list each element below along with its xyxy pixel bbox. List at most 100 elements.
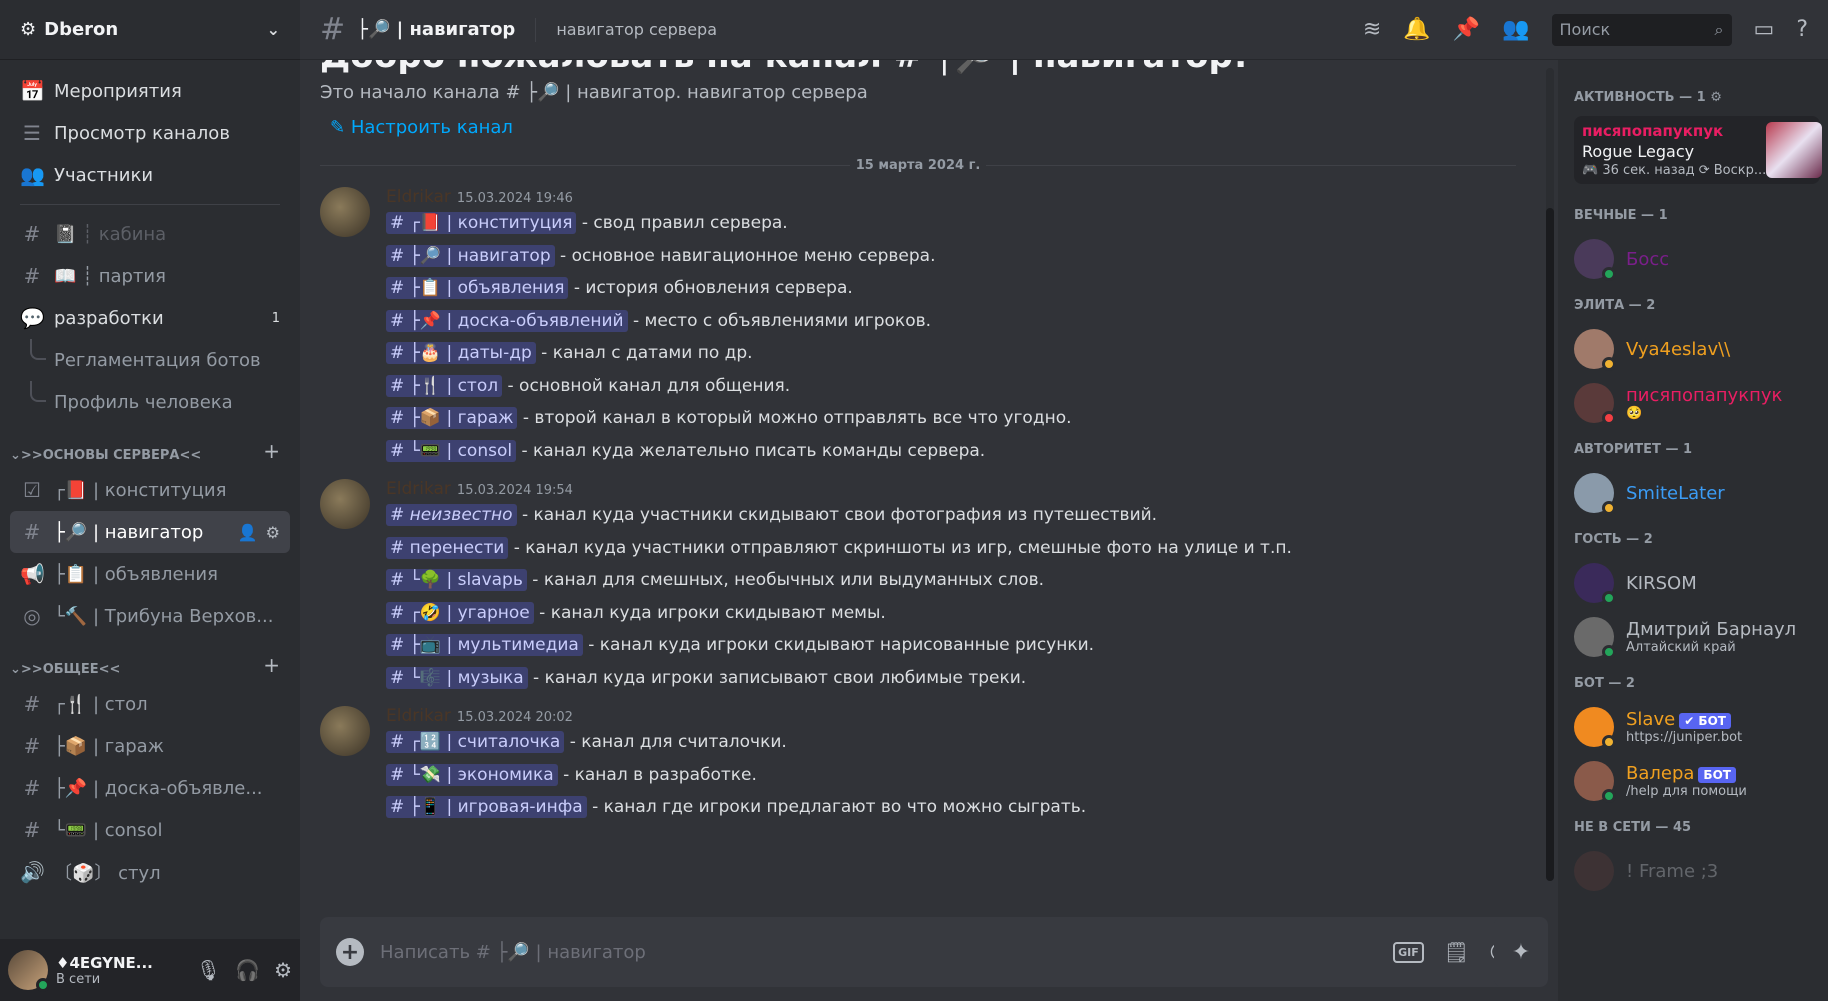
avatar[interactable]: [320, 479, 370, 529]
add-channel-icon[interactable]: +: [263, 439, 280, 463]
channel-item[interactable]: 💬 разработки 1: [10, 297, 290, 339]
member-item[interactable]: писяпопапукпук 🥺: [1574, 378, 1820, 428]
channel-mention[interactable]: # └💸 | экономика: [386, 763, 558, 786]
message-text: - канал куда игроки записывают свои люби…: [527, 667, 1027, 688]
channel-item[interactable]: # ┌🍴 | стол: [10, 683, 290, 725]
server-header[interactable]: ⚙ Dberon ⌄: [0, 0, 300, 60]
member-item[interactable]: SmiteLater: [1574, 468, 1820, 518]
channel-mention[interactable]: # ┌🔢 | считалочка: [386, 731, 565, 753]
gear-icon[interactable]: ⚙: [266, 523, 280, 542]
message-text: - канал для смешных, необычных или выдум…: [526, 570, 1045, 590]
message-line: # ├📺 | мультимедиа - канал куда игроки с…: [386, 629, 1292, 662]
avatar[interactable]: [320, 187, 370, 237]
message-text: - канал куда участники скидывают свои фо…: [516, 505, 1158, 525]
member-name-row: Slave ✔ БОТ: [1626, 709, 1742, 730]
app-launcher-icon[interactable]: ✦: [1494, 917, 1548, 987]
member-name-row: Валера БОТ: [1626, 763, 1747, 784]
channel-item[interactable]: # └📟 | consol: [10, 809, 290, 851]
channel-mention[interactable]: # перенести: [386, 536, 509, 559]
member-subtext: Алтайский край: [1626, 640, 1736, 655]
channel-mention[interactable]: # ├📌 | доска-объявлений: [386, 309, 628, 332]
channel-mention[interactable]: # ├📋 | объявления: [386, 277, 569, 299]
sidebar-item-1[interactable]: ☰ Просмотр каналов: [10, 112, 290, 154]
channel-mention[interactable]: # ├🔎 | навигатор: [386, 244, 555, 267]
channel-mention[interactable]: # └📟 | consol: [386, 439, 517, 462]
channel-item[interactable]: # ├📦 | гараж: [10, 725, 290, 767]
pin-icon[interactable]: 📌: [1453, 17, 1480, 42]
member-item[interactable]: Дмитрий Барнаул Алтайский край: [1574, 612, 1820, 662]
sidebar-item-2[interactable]: 👥 Участники: [10, 154, 290, 196]
sidebar-item-0[interactable]: 📅 Мероприятия: [10, 70, 290, 112]
channel-mention[interactable]: # └🌳 | slavapь: [386, 569, 527, 591]
sidebar-item-label: Просмотр каналов: [54, 122, 230, 144]
avatar[interactable]: [8, 950, 50, 992]
channel-mention[interactable]: # └🎼 | музыка: [386, 666, 528, 689]
gif-icon[interactable]: GIF: [1393, 941, 1424, 963]
sticker-icon[interactable]: 🗒: [1444, 940, 1469, 964]
search-icon: ⌕: [1714, 19, 1724, 39]
channel-mention[interactable]: # ├📦 | гараж: [386, 407, 518, 429]
category-header[interactable]: ⌄ >>ОСНОВЫ СЕРВЕРА<< +: [10, 429, 290, 469]
channel-item[interactable]: ☑ ┌📕 | конституция: [10, 469, 290, 511]
browse-channels-icon: ☰: [23, 121, 41, 145]
channel-icon: #: [23, 776, 41, 800]
help-icon[interactable]: ?: [1796, 17, 1808, 42]
message-body: Eldrikar 15.03.2024 19:54 # неизвестно - к…: [386, 479, 1292, 694]
author-name[interactable]: Eldrikar: [386, 706, 451, 726]
channel-item[interactable]: 📢 ├📋 | объявления: [10, 553, 290, 595]
category-header[interactable]: ⌄ >>ОБЩЕЕ<< +: [10, 643, 290, 683]
microphone-icon[interactable]: 🎙: [196, 958, 221, 982]
member-item[interactable]: Валера БОТ/help для помощи: [1574, 756, 1820, 806]
avatar: [1574, 239, 1616, 281]
channel-icon: #: [23, 222, 41, 246]
channel-icon: #: [23, 520, 41, 544]
member-item[interactable]: ! Frame ;3: [1574, 846, 1820, 896]
channel-mention[interactable]: # ├🍴 | стол: [386, 374, 503, 397]
activity-header: АКТИВНОСТЬ — 1 ⚙: [1574, 89, 1722, 105]
attach-plus-icon[interactable]: +: [336, 938, 364, 966]
bell-icon[interactable]: 🔔: [1403, 17, 1430, 42]
channel-item[interactable]: 🔊 〔🎲〕 стул: [10, 851, 290, 893]
member-item[interactable]: KIRSOM: [1574, 558, 1820, 608]
channel-mention[interactable]: # ├📺 | мультимедиа: [386, 634, 583, 656]
channel-mention[interactable]: # ├🎂 | даты-др: [386, 342, 536, 364]
channel-item[interactable]: ◎ └🔨 | Трибуна Верхов...: [10, 595, 290, 637]
channel-mention[interactable]: # ┌🤣 | угарное: [386, 601, 534, 624]
gear-icon[interactable]: ⚙: [274, 958, 292, 982]
message-text: - канал куда желательно писать команды с…: [516, 440, 986, 461]
channel-label: ├📋 | объявления: [54, 563, 218, 585]
message-list: Добро пожаловать на канал # ├🔎 | навигат…: [300, 60, 1546, 917]
add-channel-icon[interactable]: +: [263, 653, 280, 677]
channel-label: ├🔎 | навигатор: [54, 521, 204, 543]
thread-item[interactable]: Профиль человека: [10, 381, 290, 423]
channel-item[interactable]: # 📓 ┊ кабина: [10, 213, 290, 255]
message-text: - канал для считалочки.: [564, 732, 787, 752]
invite-icon[interactable]: 👤: [238, 523, 258, 542]
member-item[interactable]: Slave ✔ БОТ https://juniper.bot: [1574, 702, 1820, 752]
search-input[interactable]: Поиск ⌕: [1551, 13, 1732, 46]
threads-icon[interactable]: ≋: [1363, 17, 1381, 42]
message-composer[interactable]: + Написать # ├🔎 | навигатор GIF 🗒 ☺: [320, 917, 1526, 987]
chevron-down-icon[interactable]: ⌄: [267, 20, 280, 39]
message: Eldrikar 15.03.2024 19:46 # ┌📕 | конституц…: [320, 181, 1526, 473]
member-item[interactable]: Vya4eslav\\: [1574, 324, 1820, 374]
author-name[interactable]: Eldrikar: [386, 187, 451, 207]
inbox-icon[interactable]: ▭: [1754, 17, 1775, 42]
avatar[interactable]: [320, 706, 370, 756]
author-name[interactable]: Eldrikar: [386, 479, 451, 499]
channel-item[interactable]: # ├🔎 | навигатор 👤 ⚙: [10, 511, 290, 553]
channel-mention[interactable]: # ┌📕 | конституция: [386, 212, 577, 234]
channel-item[interactable]: # ├📌 | доска-объявле...: [10, 767, 290, 809]
members-icon[interactable]: 👥: [1502, 17, 1529, 42]
member-item[interactable]: Босс: [1574, 234, 1820, 284]
channel-topic[interactable]: навигатор сервера: [556, 20, 717, 39]
channel-mention[interactable]: # ├📱 | игровая-инфа: [386, 796, 587, 818]
thread-item[interactable]: Регламентация ботов: [10, 339, 290, 381]
channel-item[interactable]: # 📖 ┊ партия: [10, 255, 290, 297]
channel-mention[interactable]: # неизвестно: [386, 504, 517, 526]
setup-channel-link[interactable]: ✎ Настроить канал: [320, 117, 1526, 138]
activity-card[interactable]: писяпопапукпук Rogue Legacy 🎮 36 сек. на…: [1574, 116, 1823, 184]
headphones-icon[interactable]: 🎧: [235, 958, 260, 982]
message-body: Eldrikar 15.03.2024 19:46 # ┌📕 | конституц…: [386, 187, 1072, 467]
message-header: Eldrikar 15.03.2024 19:46: [386, 187, 1072, 207]
